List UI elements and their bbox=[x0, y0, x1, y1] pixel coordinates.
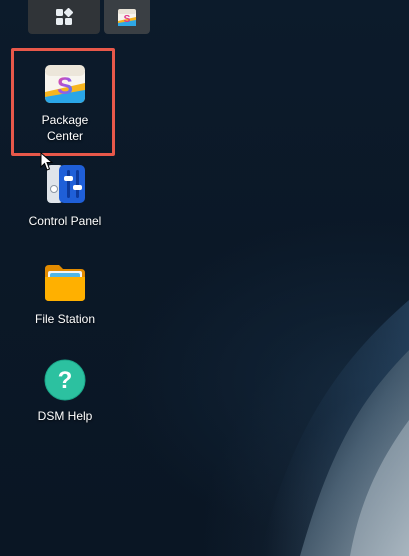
desktop-icon-label: Control Panel bbox=[28, 214, 102, 228]
taskbar-package-center-button[interactable]: S bbox=[104, 0, 150, 34]
desktop-icon-dsm-help[interactable]: ? DSM Help bbox=[15, 358, 115, 424]
svg-text:S: S bbox=[57, 73, 73, 100]
desktop-icon-label: File Station bbox=[34, 312, 96, 326]
main-menu-button[interactable] bbox=[28, 0, 100, 34]
desktop-icon-control-panel[interactable]: Control Panel bbox=[15, 163, 115, 229]
desktop-icon-label: Package Center bbox=[41, 113, 89, 143]
package-center-icon: S bbox=[118, 9, 136, 26]
package-center-icon: S bbox=[43, 62, 87, 106]
desktop-icon-file-station[interactable]: File Station bbox=[15, 261, 115, 327]
desktop-icon-label: DSM Help bbox=[37, 409, 93, 423]
help-icon: ? bbox=[43, 358, 87, 402]
folder-icon bbox=[43, 261, 87, 305]
desktop-icon-package-center[interactable]: S Package Center bbox=[15, 62, 115, 144]
taskbar: S bbox=[0, 0, 409, 38]
svg-text:?: ? bbox=[58, 367, 73, 394]
mouse-cursor-icon bbox=[40, 152, 54, 171]
grid-icon bbox=[56, 8, 73, 25]
svg-text:S: S bbox=[124, 14, 131, 25]
